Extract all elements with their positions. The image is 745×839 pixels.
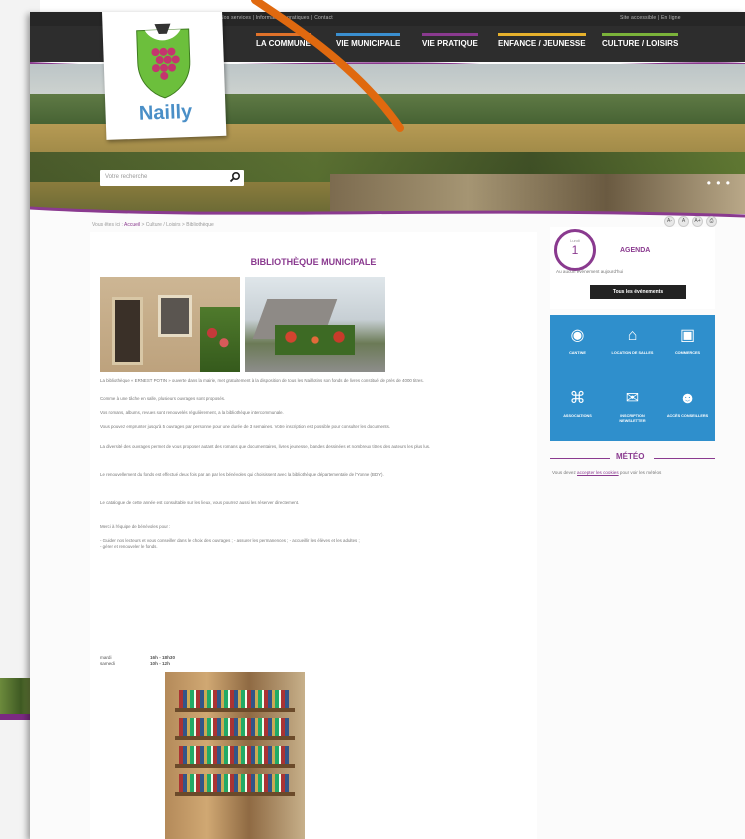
photo-books: [179, 774, 289, 792]
paragraph-intro: La bibliothèque « ERNEST POTIN » ouverte…: [100, 378, 424, 383]
photo-shelf: [175, 792, 295, 796]
nav-label: CULTURE / LOISIRS: [602, 39, 679, 48]
accept-cookies-link[interactable]: accepter les cookies: [577, 470, 619, 475]
envelope-icon: ✉: [625, 390, 640, 407]
nav-culture-loisirs[interactable]: CULTURE / LOISIRS: [602, 33, 679, 48]
paragraph-2: Comme à une tâche en salle, plusieurs ou…: [100, 396, 226, 401]
meteo-title: MÉTÉO: [616, 452, 645, 461]
page-title: BIBLIOTHÈQUE MUNICIPALE: [250, 257, 377, 267]
utility-right[interactable]: Site accessible | En ligne: [620, 15, 681, 21]
page-tools: A- A A+ ⎙: [661, 209, 717, 227]
photo-window: [158, 295, 192, 337]
quicklink-label: COMMERCES: [674, 351, 701, 355]
breadcrumb-home[interactable]: Accueil: [124, 222, 140, 228]
nav-color-bar: [256, 33, 311, 36]
nav-enfance-jeunesse[interactable]: ENFANCE / JEUNESSE: [498, 33, 586, 48]
photo-door: [112, 297, 143, 365]
hours-day: samedi: [100, 661, 115, 666]
quicklink-conseillers[interactable]: ☻ ACCÈS CONSEILLERS: [660, 378, 715, 441]
nav-color-bar: [422, 33, 478, 36]
site-logo[interactable]: Nailly: [102, 12, 227, 140]
paragraph-3: Vos romans, albums, revues sont renouvel…: [100, 410, 284, 415]
quicklink-location-salles[interactable]: ⌂ LOCATION DE SALLES: [605, 315, 660, 378]
calendar-day: 1: [571, 243, 579, 257]
photo-flowers: [200, 307, 240, 372]
village-street-photo: [245, 277, 385, 372]
quicklink-label: ACCÈS CONSEILLERS: [666, 414, 709, 418]
meteo-heading: MÉTÉO: [550, 452, 715, 464]
quicklink-associations[interactable]: ⌘ ASSOCIATIONS: [550, 378, 605, 441]
photo-books: [179, 746, 289, 764]
photo-flower-boxes: [275, 325, 355, 355]
meteo-rule-left: [550, 458, 610, 459]
quicklink-label: LOCATION DE SALLES: [611, 351, 654, 355]
quicklink-label: ASSOCIATIONS: [563, 414, 592, 418]
utility-links[interactable]: Nos services | Informations pratiques | …: [220, 15, 333, 21]
nav-color-bar: [498, 33, 586, 36]
calendar-date-badge: Lundi 1: [554, 229, 596, 271]
quicklink-newsletter[interactable]: ✉ INSCRIPTION NEWSLETTER: [605, 378, 660, 441]
search-box[interactable]: Votre recherche: [100, 170, 244, 186]
paragraph-volunteers: - Guider nos lecteurs et vous conseiller…: [100, 538, 360, 549]
paragraph-thanks: Merci à l'équipe de bénévoles pour :: [100, 524, 171, 529]
paragraph-loan: Vous pouvez emprunter jusqu'à 5 ouvrages…: [100, 424, 391, 429]
nav-vie-pratique[interactable]: VIE PRATIQUE: [422, 33, 478, 48]
breadcrumb-path: > Culture / Loisirs > Bibliothèque: [141, 222, 214, 228]
nav-vie-municipale[interactable]: VIE MUNICIPALE: [336, 33, 401, 48]
site-name: Nailly: [138, 100, 193, 125]
nav-label: LA COMMUNE: [256, 39, 311, 48]
search-icon[interactable]: [229, 171, 241, 183]
hours-time: 10h - 12h: [150, 661, 170, 666]
opening-hours: mardi 16h - 18h30 samedi 10h - 12h: [100, 655, 175, 667]
agenda-empty-text: Au aucun événement aujourd'hui: [556, 269, 624, 274]
paragraph-diversity: La diversité des ouvrages permet de vous…: [100, 444, 431, 449]
quicklinks-grid: ◉ CANTINE ⌂ LOCATION DE SALLES ▣ COMMERC…: [550, 315, 715, 441]
paragraph-renewal: Le renouvellement du fonds est effectué …: [100, 472, 384, 477]
library-interior-photo: [165, 672, 305, 839]
font-increase-icon[interactable]: A+: [692, 216, 703, 227]
hours-time: 16h - 18h30: [150, 655, 176, 660]
quicklink-label: CANTINE: [569, 351, 586, 355]
quicklink-label: INSCRIPTION NEWSLETTER: [619, 414, 646, 423]
photo-books: [179, 718, 289, 736]
coat-of-arms-icon: [136, 23, 191, 99]
nav-label: ENFANCE / JEUNESSE: [498, 39, 586, 48]
breadcrumb: Vous êtes ici : Accueil > Culture / Lois…: [92, 222, 214, 228]
nav-label: VIE MUNICIPALE: [336, 39, 401, 48]
bag-icon: ▣: [679, 327, 696, 344]
quicklink-cantine[interactable]: ◉ CANTINE: [550, 315, 605, 378]
nav-color-bar: [602, 33, 679, 36]
print-icon[interactable]: ⎙: [706, 216, 717, 227]
slider-dots[interactable]: • • •: [707, 176, 731, 190]
people-icon: ☻: [679, 390, 696, 407]
breadcrumb-prefix: Vous êtes ici :: [92, 222, 123, 228]
search-input[interactable]: Votre recherche: [105, 174, 147, 180]
photo-shelf: [175, 708, 295, 712]
agenda-title: AGENDA: [620, 247, 651, 254]
meteo-text-suffix: pour voir les météos: [618, 470, 662, 475]
web-page: Nos services | Informations pratiques | …: [30, 12, 745, 839]
plate-icon: ◉: [570, 327, 585, 344]
nav-la-commune[interactable]: LA COMMUNE: [256, 33, 311, 48]
meteo-text: Vous devez accepter les cookies pour voi…: [552, 470, 661, 475]
font-decrease-icon[interactable]: A-: [664, 216, 675, 227]
network-icon: ⌘: [569, 390, 586, 407]
house-icon: ⌂: [627, 327, 638, 344]
font-reset-icon[interactable]: A: [678, 216, 689, 227]
paragraph-catalogue: Le catalogue de cette année est consulta…: [100, 500, 300, 505]
library-facade-photo: [100, 277, 240, 372]
hours-row: samedi 10h - 12h: [100, 661, 175, 667]
photo-books: [179, 690, 289, 708]
photo-shelf: [175, 764, 295, 768]
agenda-widget: Lundi 1 AGENDA Au aucun événement aujour…: [550, 227, 715, 309]
quicklink-commerces[interactable]: ▣ COMMERCES: [660, 315, 715, 378]
photo-shelf: [175, 736, 295, 740]
all-events-button[interactable]: Tous les événements: [590, 285, 686, 299]
meteo-rule-right: [654, 458, 715, 459]
nav-label: VIE PRATIQUE: [422, 39, 478, 48]
meteo-text-prefix: Vous devez: [552, 470, 578, 475]
nav-color-bar: [336, 33, 401, 36]
